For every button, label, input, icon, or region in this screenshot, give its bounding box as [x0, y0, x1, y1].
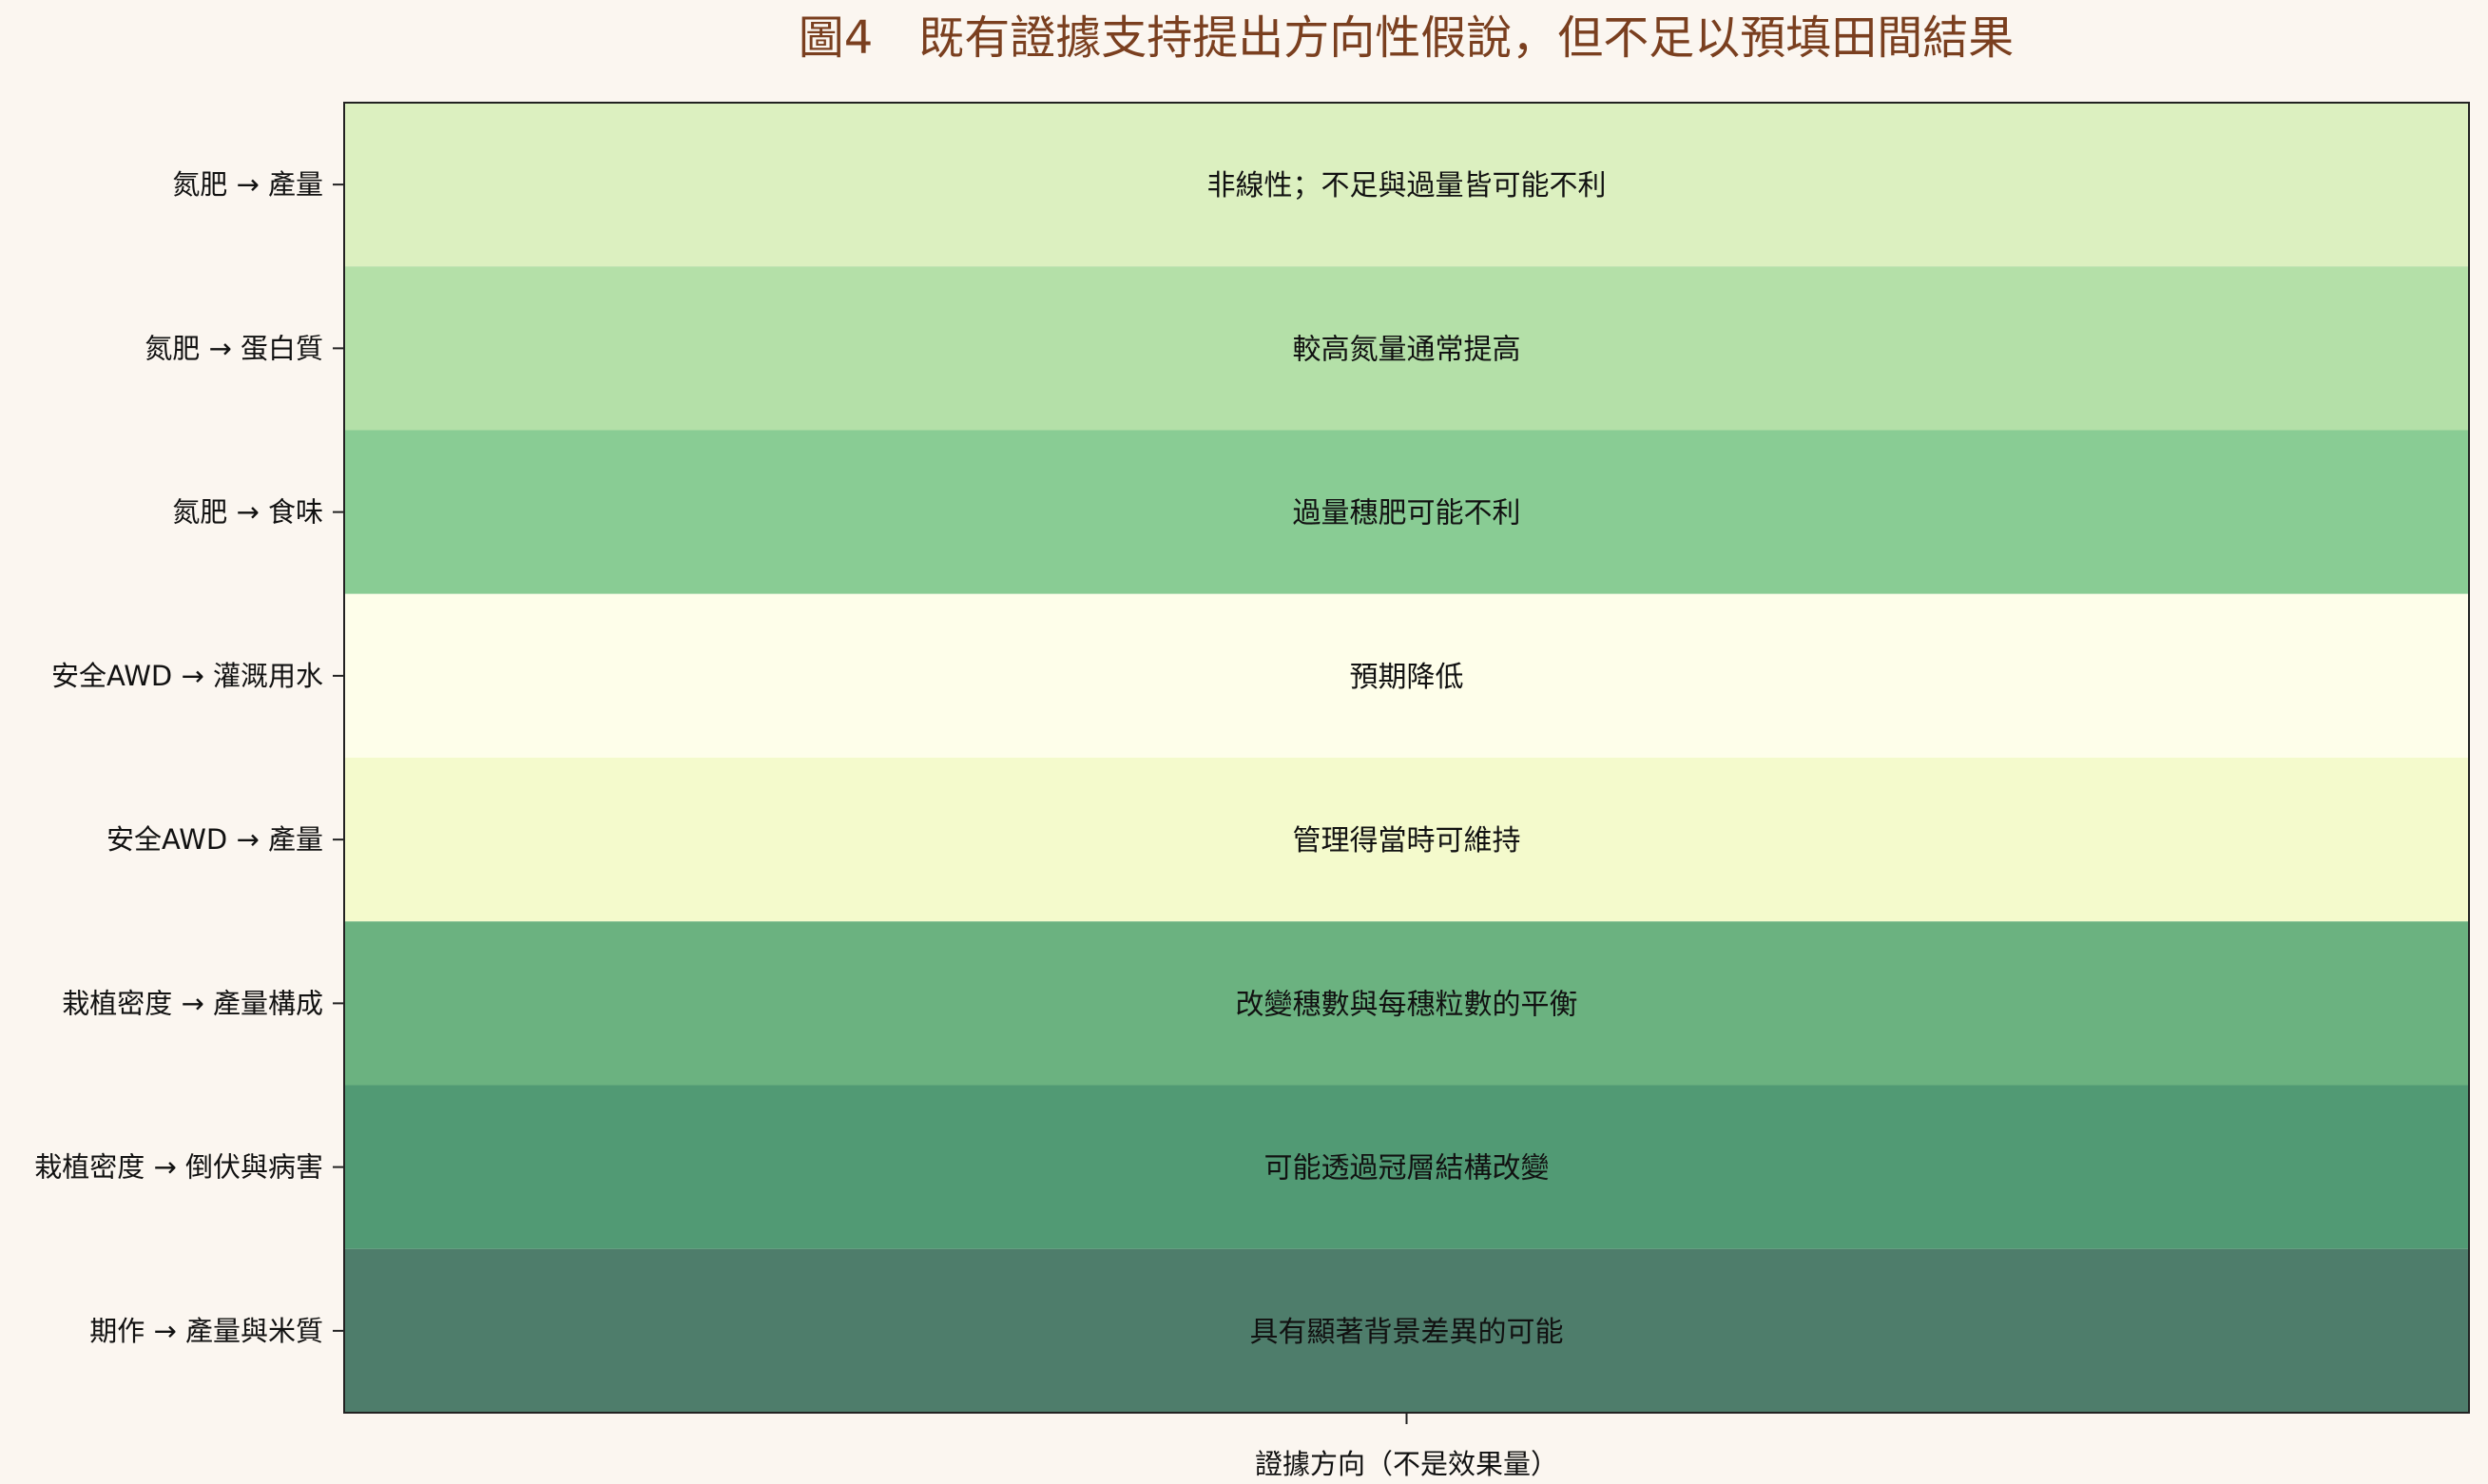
y-tick-label: 安全AWD → 產量 — [106, 823, 323, 856]
cell-annotation: 具有顯著背景差異的可能 — [1250, 1316, 1564, 1349]
cell-annotation: 管理得當時可維持 — [1293, 824, 1521, 858]
cell-annotation: 非線性；不足與過量皆可能不利 — [1207, 169, 1607, 202]
x-axis: 證據方向（不是效果量） — [1255, 1413, 1558, 1480]
cell-annotation: 較高氮量通常提高 — [1293, 333, 1521, 366]
y-tick-label: 氮肥 → 蛋白質 — [145, 332, 323, 364]
y-tick-label: 栽植密度 → 產量構成 — [62, 987, 323, 1019]
cell-annotation: 改變穗數與每穗粒數的平衡 — [1236, 988, 1578, 1021]
chart-title: 圖4 既有證據支持提出方向性假說，但不足以預填田間結果 — [799, 11, 2015, 65]
x-axis-label: 證據方向（不是效果量） — [1255, 1448, 1558, 1480]
y-tick-label: 期作 → 產量與米質 — [89, 1315, 323, 1347]
y-axis: 氮肥 → 產量氮肥 → 蛋白質氮肥 → 食味安全AWD → 灌溉用水安全AWD … — [34, 168, 344, 1347]
cell-annotation: 預期降低 — [1350, 661, 1464, 694]
y-tick-label: 氮肥 → 產量 — [172, 168, 323, 201]
y-tick-label: 安全AWD → 灌溉用水 — [51, 660, 323, 692]
y-tick-label: 栽植密度 → 倒伏與病害 — [34, 1151, 323, 1184]
chart-figure: 圖4 既有證據支持提出方向性假說，但不足以預填田間結果 非線性；不足與過量皆可能… — [34, 11, 2470, 1480]
plot-area: 非線性；不足與過量皆可能不利較高氮量通常提高過量穗肥可能不利預期降低管理得當時可… — [344, 103, 2469, 1413]
cell-annotation: 過量穗肥可能不利 — [1293, 497, 1521, 530]
cell-annotation: 可能透過冠層結構改變 — [1264, 1152, 1550, 1185]
y-tick-label: 氮肥 → 食味 — [172, 496, 323, 529]
